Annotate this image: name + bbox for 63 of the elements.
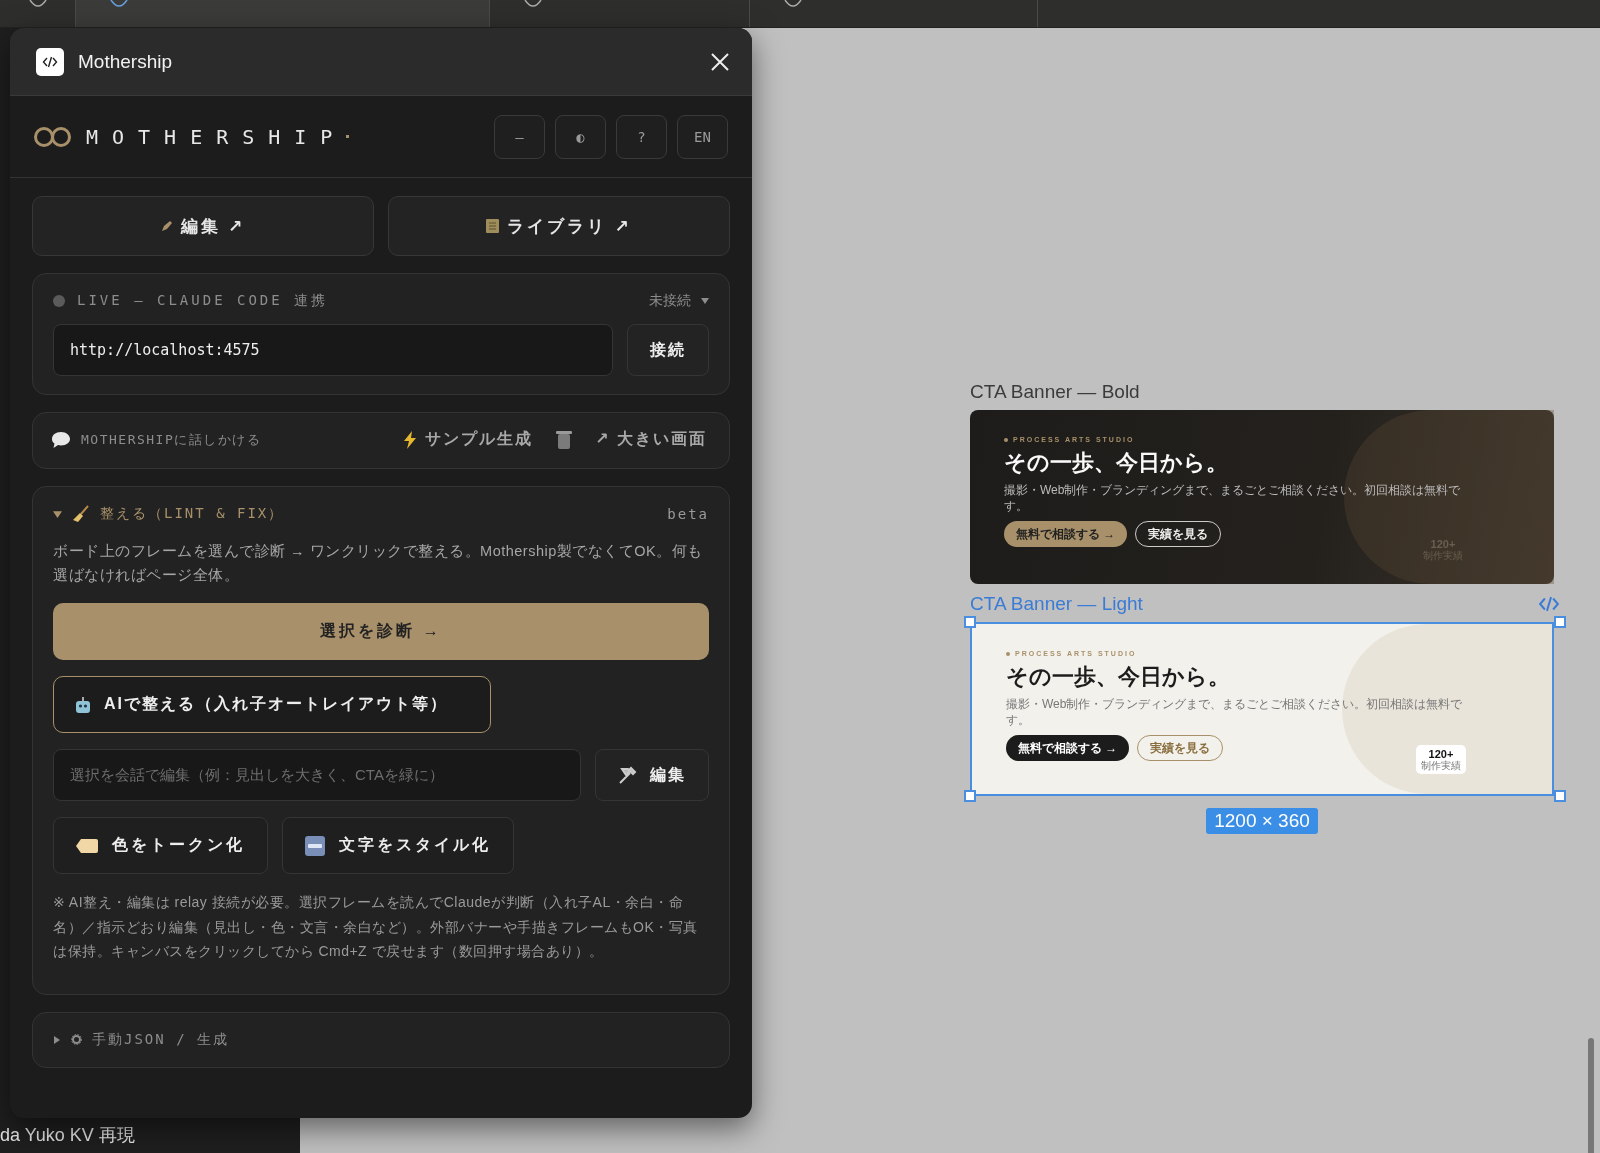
ai-fix-button[interactable]: AIで整える（入れ子オートレイアウト等） (53, 676, 491, 733)
bullet-icon (1006, 651, 1010, 656)
tab-icon (784, 0, 802, 8)
trash-icon (555, 429, 574, 450)
abc-icon (305, 835, 325, 856)
cta-button: 無料で相談する → (1006, 735, 1130, 762)
notebook-icon (486, 219, 499, 233)
pencil-icon (160, 220, 173, 232)
chat-label: MOTHERSHIPに話しかける (81, 430, 263, 449)
url-field[interactable]: http://localhost:4575 (53, 324, 613, 376)
chat-action-button[interactable]: サンプル生成 (399, 429, 538, 450)
banner-body: 撮影・Web制作・ブランディングまで、まるごとご相談ください。初回相談は無料です。 (1004, 483, 1462, 515)
size-badge: 1200 × 360 (1206, 808, 1318, 834)
speech-bubble-icon (51, 430, 71, 449)
header-button[interactable]: ◐ (555, 114, 606, 159)
stat-number: 120+ (1428, 748, 1454, 760)
caret-icon (53, 509, 62, 519)
caret-icon (701, 297, 709, 305)
hammer-wrench-icon (618, 765, 638, 785)
header-button[interactable]: — (494, 114, 545, 159)
broom-icon (72, 505, 90, 523)
description-text: ボード上のフレームを選んで診断 → ワンクリックで整える。Mothership製でなくてOK。何も選ばなければページ全体。 (53, 542, 704, 585)
tool-button[interactable]: 文字をスタイル化 (282, 817, 514, 874)
tool-button[interactable]: 色をトークン化 (53, 817, 268, 874)
brand-wordmark: MOTHERSHIP (86, 124, 480, 149)
cta-button: 無料で相談する → (1004, 521, 1128, 548)
beta-label: beta (667, 506, 709, 522)
tab-icon (110, 0, 128, 8)
robot-icon (74, 695, 92, 714)
section-toggle[interactable]: 整える（LINT & FIX） (53, 505, 654, 523)
caret-icon (53, 1035, 61, 1044)
note-text: ※ AI整え・編集は relay 接続が必要。選択フレームを読んでClaudeが判断（入れ子AL・余白・命名）／指示どおり編集（見出し・色・文言・余白など）。外部バナーや手描きフレームもOK・写真は保持。キャンバスをクリックしてから Cmd+Z で戻せます（数回押す場合あり）。 (53, 893, 699, 961)
banner-body: 撮影・Web制作・ブランディングまで、まるごとご相談ください。初回相談は無料です。 (1006, 697, 1464, 729)
scrollbar[interactable] (1588, 1038, 1594, 1153)
banner-heading: その一歩、今日から。 (1004, 449, 1229, 477)
resize-handle[interactable] (1554, 790, 1566, 802)
header-button[interactable]: ? (616, 114, 667, 159)
resize-handle[interactable] (964, 790, 976, 802)
open-link-button[interactable]: ライブラリ ↗ (388, 196, 730, 256)
chat-action-button[interactable]: ↗ 大きい画面 (591, 429, 711, 450)
stat-label: 制作実績 (1421, 760, 1461, 771)
close-button[interactable] (710, 51, 730, 72)
resize-handle[interactable] (964, 616, 976, 628)
diagnose-button[interactable]: 選択を診断 → (53, 603, 709, 660)
bullet-icon (1004, 437, 1008, 442)
section-title: LIVE — CLAUDE CODE 連携 (77, 292, 330, 310)
open-link-button[interactable]: 編集 ↗ (32, 196, 374, 256)
header-button[interactable]: EN (677, 114, 728, 159)
resize-handle[interactable] (1554, 616, 1566, 628)
tab-icon (28, 0, 47, 8)
tab-icon (524, 0, 542, 8)
logo-icon (34, 125, 72, 148)
window-title: Mothership (78, 50, 173, 73)
lightning-icon (403, 430, 418, 449)
connect-button[interactable]: 接続 (627, 324, 709, 376)
sidebar-item[interactable]: da Yuko KV 再現 (0, 1125, 135, 1145)
edit-prompt-field[interactable]: 選択を会話で編集（例：見出しを大きく、CTAを緑に） (53, 749, 581, 801)
banner-heading: その一歩、今日から。 (1006, 663, 1231, 691)
tag-icon (76, 838, 98, 853)
edit-button[interactable]: 編集 (595, 749, 709, 801)
frame-label[interactable]: CTA Banner — Bold (970, 381, 1140, 403)
gear-icon (71, 1034, 82, 1045)
connection-dropdown[interactable]: 未接続 (649, 292, 709, 310)
